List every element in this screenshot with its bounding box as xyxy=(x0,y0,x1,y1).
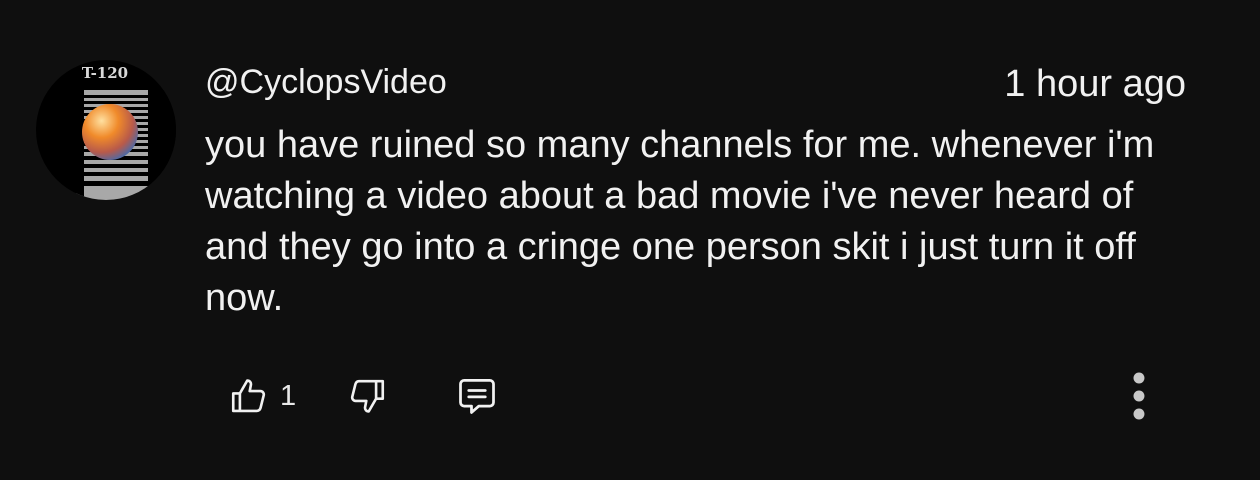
reply-comment-icon xyxy=(459,379,496,414)
comment-text: you have ruined so many channels for me.… xyxy=(205,124,1155,319)
thumbs-down-icon xyxy=(351,379,385,413)
like-button[interactable] xyxy=(226,373,272,419)
dislike-button[interactable] xyxy=(344,373,390,419)
more-vertical-icon xyxy=(1133,372,1145,420)
like-count: 1 xyxy=(280,379,297,412)
avatar[interactable]: T-120 xyxy=(36,60,176,200)
comment-author-handle[interactable]: @CyclopsVideo xyxy=(205,60,447,104)
comment-actions: 1 xyxy=(226,368,500,424)
thumbs-up-icon xyxy=(231,379,266,413)
more-options-button[interactable] xyxy=(1116,368,1162,424)
comment-card: T-120 @CyclopsVideo 1 hour ago you have … xyxy=(0,0,1260,480)
avatar-label: T-120 xyxy=(81,64,129,82)
reply-button[interactable] xyxy=(454,373,500,419)
comment-timestamp: 1 hour ago xyxy=(1004,63,1186,105)
